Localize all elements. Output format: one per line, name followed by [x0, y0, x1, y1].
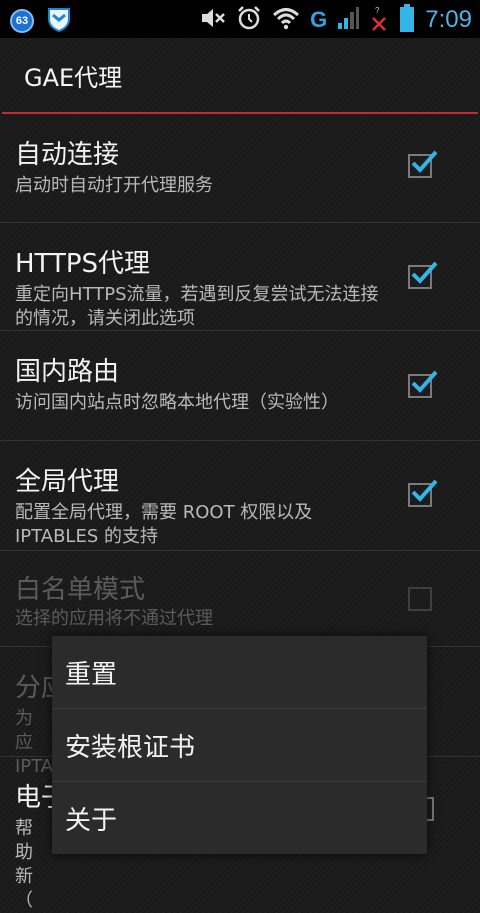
setting-summary: 访问国内站点时忽略本地代理（实验性） [15, 392, 339, 413]
overflow-menu: 重置 安装根证书 关于 [52, 636, 427, 854]
alarm-icon [236, 5, 262, 35]
whitelist-mode-checkbox [408, 587, 432, 611]
notification-badge-icon: 63 [10, 9, 34, 33]
shield-app-icon [46, 6, 72, 36]
setting-summary: 启动时自动打开代理服务 [15, 175, 213, 196]
status-clock: 7:09 [425, 6, 472, 33]
setting-whitelist-mode: 白名单模式 选择的应用将不通过代理 [0, 551, 480, 647]
svg-text:?: ? [375, 6, 380, 15]
menu-item-reset[interactable]: 重置 [52, 636, 427, 709]
checkmark-icon [411, 479, 438, 502]
setting-auto-connect[interactable]: 自动连接 启动时自动打开代理服务 [0, 114, 480, 223]
checkmark-icon [411, 261, 438, 284]
setting-title: 白名单模式 [15, 575, 146, 605]
setting-summary: 配置全局代理，需要 ROOT 权限以及 IPTABLES 的支持 [15, 502, 313, 547]
setting-title: 自动连接 [15, 140, 120, 170]
setting-summary: 重定向HTTPS流量，若遇到反复尝试无法连接的情况，请关闭此选项 [15, 284, 379, 329]
page-title: GAE代理 [24, 64, 123, 92]
setting-global-proxy[interactable]: 全局代理 配置全局代理，需要 ROOT 权限以及 IPTABLES 的支持 [0, 441, 480, 551]
global-proxy-checkbox[interactable] [408, 479, 438, 507]
mute-icon [200, 6, 226, 34]
setting-domestic-route[interactable]: 国内路由 访问国内站点时忽略本地代理（实验性） [0, 331, 480, 441]
setting-summary: 选择的应用将不通过代理 [15, 608, 213, 629]
no-sim-icon: ? [369, 5, 389, 35]
setting-title: 全局代理 [15, 467, 120, 497]
auto-connect-checkbox[interactable] [408, 150, 438, 178]
action-bar: GAE代理 [0, 38, 480, 114]
status-bar: 63 G ? 7:09 [0, 0, 480, 38]
checkmark-icon [411, 370, 438, 393]
domestic-route-checkbox[interactable] [408, 370, 438, 398]
setting-https-proxy[interactable]: HTTPS代理 重定向HTTPS流量，若遇到反复尝试无法连接的情况，请关闭此选项 [0, 223, 480, 331]
menu-item-about[interactable]: 关于 [52, 782, 427, 854]
setting-title: HTTPS代理 [15, 249, 151, 279]
network-type-label: G [310, 7, 328, 32]
checkmark-icon [411, 150, 438, 173]
setting-summary: 帮助 新（ [15, 818, 33, 911]
signal-icon [337, 6, 360, 34]
setting-title: 国内路由 [15, 357, 120, 387]
https-proxy-checkbox[interactable] [408, 261, 438, 289]
menu-item-install-root-cert[interactable]: 安装根证书 [52, 709, 427, 782]
wifi-icon [272, 6, 300, 34]
battery-icon [399, 4, 415, 36]
